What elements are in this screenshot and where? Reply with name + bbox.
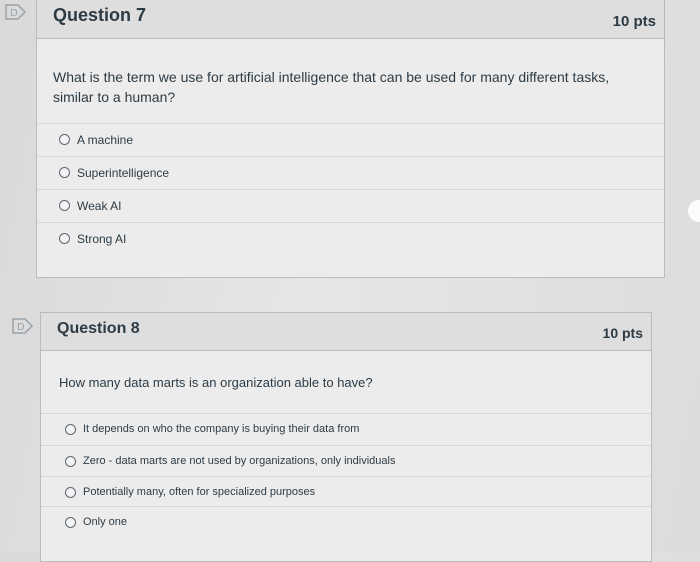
svg-text:D: D (10, 8, 18, 19)
question-7-header: Question 7 10 pts (37, 0, 664, 39)
question-8-title: Question 8 (57, 320, 140, 337)
flag-question-icon[interactable]: D (5, 4, 27, 20)
radio-button[interactable] (59, 167, 70, 178)
scroll-indicator[interactable] (688, 200, 700, 222)
answer-option[interactable]: Superintelligence (37, 156, 664, 188)
question-7-points: 10 pts (612, 13, 656, 30)
answer-label[interactable]: It depends on who the company is buying … (83, 423, 359, 435)
question-7-title: Question 7 (53, 5, 147, 25)
svg-text:D: D (17, 322, 25, 333)
answer-label[interactable]: Weak AI (77, 199, 121, 213)
radio-button[interactable] (59, 233, 70, 244)
answer-label[interactable]: A machine (77, 133, 133, 147)
answer-option[interactable]: Zero - data marts are not used by organi… (41, 445, 651, 476)
answer-option[interactable]: It depends on who the company is buying … (41, 413, 651, 444)
radio-button[interactable] (59, 200, 70, 211)
question-8-header: Question 8 10 pts (41, 313, 651, 351)
answer-label[interactable]: Strong AI (77, 232, 126, 246)
radio-button[interactable] (59, 134, 70, 145)
radio-button[interactable] (65, 516, 76, 528)
answer-option[interactable]: A machine (37, 123, 664, 155)
radio-button[interactable] (65, 423, 76, 435)
answer-option[interactable]: Weak AI (37, 189, 664, 221)
answer-label[interactable]: Zero - data marts are not used by organi… (83, 455, 395, 467)
radio-button[interactable] (65, 486, 76, 498)
question-7-card: Question 7 10 pts What is the term we us… (36, 0, 665, 278)
answer-label[interactable]: Only one (83, 516, 127, 528)
question-8-text: How many data marts is an organization a… (59, 375, 373, 390)
answer-option[interactable]: Strong AI (37, 222, 664, 254)
answer-label[interactable]: Potentially many, often for specialized … (83, 486, 315, 498)
answer-option[interactable]: Potentially many, often for specialized … (41, 476, 651, 507)
question-8-points: 10 pts (602, 325, 643, 341)
question-8-card: Question 8 10 pts How many data marts is… (40, 312, 652, 562)
answer-label[interactable]: Superintelligence (77, 166, 169, 180)
radio-button[interactable] (65, 455, 76, 467)
answer-option[interactable]: Only one (41, 506, 651, 537)
flag-question-icon[interactable]: D (12, 318, 34, 334)
question-7-text: What is the term we use for artificial i… (53, 69, 610, 105)
